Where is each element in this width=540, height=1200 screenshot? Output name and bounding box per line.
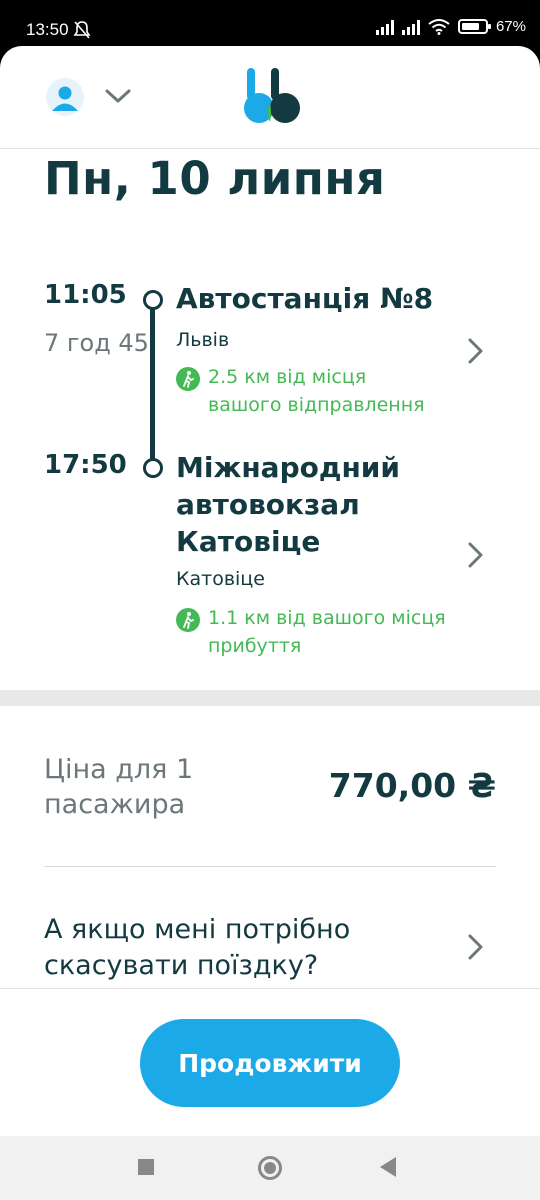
- walk-distance-line: 1.1 км від вашого місця: [208, 607, 446, 629]
- status-indicators: 67%: [375, 18, 526, 35]
- chevron-right-icon[interactable]: [464, 540, 486, 570]
- page-title: Пн, 10 липня: [44, 152, 386, 205]
- price-label: Ціна для 1 пасажира: [44, 752, 193, 822]
- divider: [44, 866, 496, 867]
- app-screen: Пн, 10 липня 11:05 7 год 45 Автостанція …: [0, 46, 540, 1136]
- chevron-right-icon[interactable]: [464, 932, 486, 962]
- cancel-question-line: скасувати поїздку?: [44, 950, 319, 981]
- walk-icon: [176, 367, 200, 391]
- arrival-walk-info: 1.1 км від вашого місця прибуття: [176, 604, 446, 660]
- price-label-line: Ціна для 1: [44, 754, 194, 785]
- walk-icon: [176, 608, 200, 632]
- arrival-stop-line: Катовіце: [176, 525, 321, 558]
- departure-walk-info: 2.5 км від місця вашого відправлення: [176, 363, 425, 419]
- signal-icon: [375, 19, 394, 35]
- section-divider: [0, 690, 540, 706]
- timeline-line: [150, 298, 155, 466]
- wifi-icon: [428, 18, 450, 35]
- battery-icon: [457, 19, 491, 34]
- continue-button[interactable]: Продовжити: [140, 1019, 400, 1107]
- walk-distance-line: 2.5 км від місця: [208, 366, 367, 388]
- arrival-dot: [143, 458, 163, 478]
- departure-stop-name: Автостанція №8: [176, 282, 434, 315]
- back-icon[interactable]: [380, 1157, 396, 1177]
- cancel-question: А якщо мені потрібно скасувати поїздку?: [44, 912, 350, 984]
- user-icon: [52, 86, 78, 111]
- price-value: 770,00 ₴: [328, 766, 496, 805]
- arrival-city: Катовіце: [176, 568, 265, 590]
- departure-city: Львів: [176, 329, 230, 351]
- battery-percent: 67%: [495, 18, 526, 35]
- price-label-line: пасажира: [44, 789, 186, 820]
- app-header: [0, 46, 540, 149]
- arrival-stop-line: Міжнародний: [176, 451, 401, 484]
- walk-distance-line: прибуття: [208, 635, 302, 657]
- departure-time: 11:05: [44, 280, 127, 310]
- muted-bell-icon: [73, 21, 91, 39]
- arrival-stop-name: Міжнародний автовокзал Катовіце: [176, 449, 400, 560]
- walk-distance-line: вашого відправлення: [208, 394, 425, 416]
- chevron-down-icon[interactable]: [104, 86, 132, 106]
- system-nav-bar: [0, 1136, 540, 1200]
- arrival-stop-line: автовокзал: [176, 488, 360, 521]
- logo-icon: [244, 68, 300, 123]
- trip-duration: 7 год 45: [44, 329, 149, 357]
- bottom-action-bar: Продовжити: [0, 988, 540, 1136]
- avatar-icon[interactable]: [46, 78, 84, 116]
- recents-icon[interactable]: [138, 1159, 154, 1175]
- cancel-question-line: А якщо мені потрібно: [44, 914, 351, 945]
- signal-icon: [401, 19, 420, 35]
- status-time: 13:50: [26, 20, 69, 39]
- chevron-right-icon[interactable]: [464, 336, 486, 366]
- home-icon[interactable]: [258, 1156, 282, 1180]
- departure-dot: [143, 290, 163, 310]
- arrival-time: 17:50: [44, 450, 127, 480]
